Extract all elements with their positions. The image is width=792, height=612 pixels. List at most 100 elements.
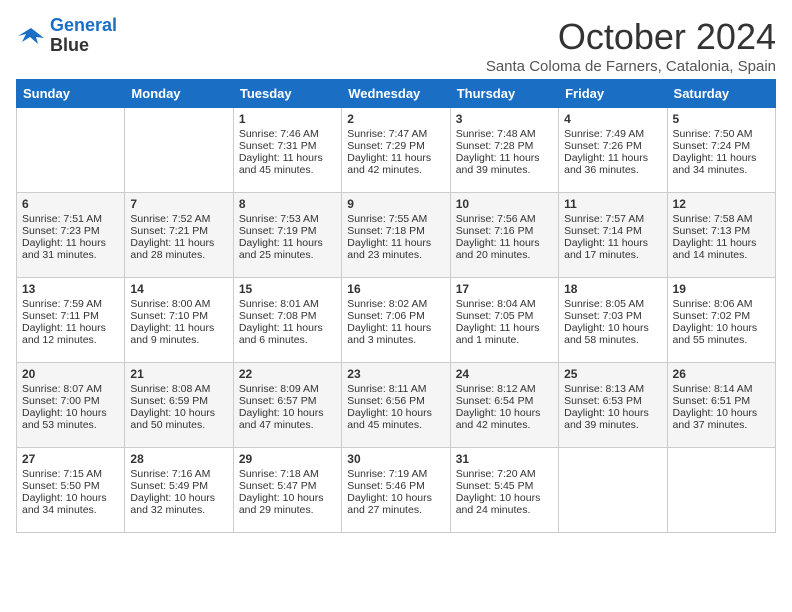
- daylight-text: Daylight: 11 hours and 17 minutes.: [564, 237, 661, 261]
- sunset-text: Sunset: 7:08 PM: [239, 310, 336, 322]
- calendar-cell: 27Sunrise: 7:15 AMSunset: 5:50 PMDayligh…: [17, 448, 125, 533]
- sunrise-text: Sunrise: 8:02 AM: [347, 298, 444, 310]
- sunrise-text: Sunrise: 8:08 AM: [130, 383, 227, 395]
- sunset-text: Sunset: 7:19 PM: [239, 225, 336, 237]
- calendar-cell: 9Sunrise: 7:55 AMSunset: 7:18 PMDaylight…: [342, 193, 450, 278]
- calendar-cell: 7 Sunrise: 7:52 AMSunset: 7:21 PMDaylight…: [125, 193, 233, 278]
- daylight-text: Daylight: 11 hours and 25 minutes.: [239, 237, 336, 261]
- calendar-table: SundayMondayTuesdayWednesdayThursdayFrid…: [16, 79, 776, 533]
- weekday-header: Thursday: [450, 80, 558, 108]
- day-number: 7: [130, 197, 227, 211]
- calendar-cell: [559, 448, 667, 533]
- sunset-text: Sunset: 7:16 PM: [456, 225, 553, 237]
- sunset-text: Sunset: 7:21 PM: [130, 225, 227, 237]
- sunset-text: Sunset: 7:26 PM: [564, 140, 661, 152]
- day-number: 6: [22, 197, 119, 211]
- calendar-cell: [667, 448, 775, 533]
- day-number: 17: [456, 282, 553, 296]
- day-number: 2: [347, 112, 444, 126]
- sunset-text: Sunset: 7:23 PM: [22, 225, 119, 237]
- day-number: 12: [673, 197, 770, 211]
- page-header: General Blue October 2024 Santa Coloma d…: [16, 16, 776, 75]
- day-number: 4: [564, 112, 661, 126]
- calendar-cell: [125, 108, 233, 193]
- daylight-text: Daylight: 10 hours and 37 minutes.: [673, 407, 770, 431]
- month-title: October 2024: [486, 16, 776, 58]
- sunrise-text: Sunrise: 8:13 AM: [564, 383, 661, 395]
- calendar-cell: 31Sunrise: 7:20 AMSunset: 5:45 PMDayligh…: [450, 448, 558, 533]
- day-number: 19: [673, 282, 770, 296]
- daylight-text: Daylight: 11 hours and 28 minutes.: [130, 237, 227, 261]
- calendar-week-row: 1Sunrise: 7:46 AMSunset: 7:31 PMDaylight…: [17, 108, 776, 193]
- day-number: 21: [130, 367, 227, 381]
- calendar-cell: 26Sunrise: 8:14 AMSunset: 6:51 PMDayligh…: [667, 363, 775, 448]
- daylight-text: Daylight: 10 hours and 32 minutes.: [130, 492, 227, 516]
- sunrise-text: Sunrise: 7:55 AM: [347, 213, 444, 225]
- calendar-cell: 16Sunrise: 8:02 AMSunset: 7:06 PMDayligh…: [342, 278, 450, 363]
- calendar-cell: 1Sunrise: 7:46 AMSunset: 7:31 PMDaylight…: [233, 108, 341, 193]
- calendar-cell: 29Sunrise: 7:18 AMSunset: 5:47 PMDayligh…: [233, 448, 341, 533]
- sunrise-text: Sunrise: 7:50 AM: [673, 128, 770, 140]
- calendar-cell: 3Sunrise: 7:48 AMSunset: 7:28 PMDaylight…: [450, 108, 558, 193]
- sunset-text: Sunset: 7:29 PM: [347, 140, 444, 152]
- sunrise-text: Sunrise: 7:52 AM: [130, 213, 227, 225]
- day-number: 13: [22, 282, 119, 296]
- sunset-text: Sunset: 7:18 PM: [347, 225, 444, 237]
- day-number: 24: [456, 367, 553, 381]
- day-number: 27: [22, 452, 119, 466]
- calendar-week-row: 13Sunrise: 7:59 AMSunset: 7:11 PMDayligh…: [17, 278, 776, 363]
- sunset-text: Sunset: 6:57 PM: [239, 395, 336, 407]
- day-number: 14: [130, 282, 227, 296]
- calendar-cell: 4Sunrise: 7:49 AMSunset: 7:26 PMDaylight…: [559, 108, 667, 193]
- sunset-text: Sunset: 7:06 PM: [347, 310, 444, 322]
- calendar-cell: [17, 108, 125, 193]
- logo: General Blue: [16, 16, 117, 56]
- calendar-cell: 10Sunrise: 7:56 AMSunset: 7:16 PMDayligh…: [450, 193, 558, 278]
- sunrise-text: Sunrise: 7:47 AM: [347, 128, 444, 140]
- sunset-text: Sunset: 7:24 PM: [673, 140, 770, 152]
- sunset-text: Sunset: 7:28 PM: [456, 140, 553, 152]
- daylight-text: Daylight: 10 hours and 27 minutes.: [347, 492, 444, 516]
- daylight-text: Daylight: 10 hours and 55 minutes.: [673, 322, 770, 346]
- day-number: 8: [239, 197, 336, 211]
- sunset-text: Sunset: 6:54 PM: [456, 395, 553, 407]
- day-number: 29: [239, 452, 336, 466]
- sunrise-text: Sunrise: 7:15 AM: [22, 468, 119, 480]
- calendar-cell: 23Sunrise: 8:11 AMSunset: 6:56 PMDayligh…: [342, 363, 450, 448]
- calendar-cell: 5Sunrise: 7:50 AMSunset: 7:24 PMDaylight…: [667, 108, 775, 193]
- calendar-week-row: 27Sunrise: 7:15 AMSunset: 5:50 PMDayligh…: [17, 448, 776, 533]
- day-number: 25: [564, 367, 661, 381]
- calendar-cell: 22Sunrise: 8:09 AMSunset: 6:57 PMDayligh…: [233, 363, 341, 448]
- sunset-text: Sunset: 5:49 PM: [130, 480, 227, 492]
- sunrise-text: Sunrise: 8:04 AM: [456, 298, 553, 310]
- day-number: 1: [239, 112, 336, 126]
- daylight-text: Daylight: 10 hours and 45 minutes.: [347, 407, 444, 431]
- daylight-text: Daylight: 10 hours and 58 minutes.: [564, 322, 661, 346]
- calendar-cell: 21Sunrise: 8:08 AMSunset: 6:59 PMDayligh…: [125, 363, 233, 448]
- daylight-text: Daylight: 10 hours and 50 minutes.: [130, 407, 227, 431]
- calendar-cell: 28Sunrise: 7:16 AMSunset: 5:49 PMDayligh…: [125, 448, 233, 533]
- calendar-cell: 14Sunrise: 8:00 AMSunset: 7:10 PMDayligh…: [125, 278, 233, 363]
- sunrise-text: Sunrise: 7:56 AM: [456, 213, 553, 225]
- calendar-cell: 12Sunrise: 7:58 AMSunset: 7:13 PMDayligh…: [667, 193, 775, 278]
- sunset-text: Sunset: 7:11 PM: [22, 310, 119, 322]
- daylight-text: Daylight: 11 hours and 6 minutes.: [239, 322, 336, 346]
- sunset-text: Sunset: 7:02 PM: [673, 310, 770, 322]
- day-number: 15: [239, 282, 336, 296]
- weekday-header-row: SundayMondayTuesdayWednesdayThursdayFrid…: [17, 80, 776, 108]
- day-number: 3: [456, 112, 553, 126]
- sunset-text: Sunset: 5:46 PM: [347, 480, 444, 492]
- calendar-cell: 19Sunrise: 8:06 AMSunset: 7:02 PMDayligh…: [667, 278, 775, 363]
- sunrise-text: Sunrise: 8:05 AM: [564, 298, 661, 310]
- sunrise-text: Sunrise: 7:48 AM: [456, 128, 553, 140]
- title-area: October 2024 Santa Coloma de Farners, Ca…: [486, 16, 776, 75]
- sunrise-text: Sunrise: 7:20 AM: [456, 468, 553, 480]
- weekday-header: Tuesday: [233, 80, 341, 108]
- day-number: 23: [347, 367, 444, 381]
- sunset-text: Sunset: 5:47 PM: [239, 480, 336, 492]
- day-number: 26: [673, 367, 770, 381]
- calendar-cell: 15Sunrise: 8:01 AMSunset: 7:08 PMDayligh…: [233, 278, 341, 363]
- daylight-text: Daylight: 10 hours and 47 minutes.: [239, 407, 336, 431]
- daylight-text: Daylight: 11 hours and 45 minutes.: [239, 152, 336, 176]
- sunset-text: Sunset: 6:51 PM: [673, 395, 770, 407]
